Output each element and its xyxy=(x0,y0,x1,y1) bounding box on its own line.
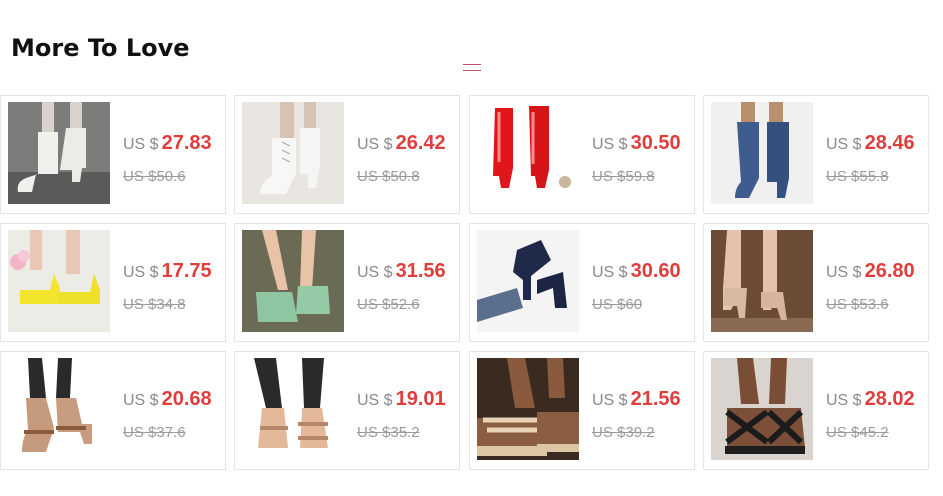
product-image-red-patent-knee-boot[interactable] xyxy=(477,102,579,204)
price: US $20.68 xyxy=(123,388,212,410)
price: US $30.50 xyxy=(592,132,681,154)
original-price: US $53.6 xyxy=(826,296,889,313)
product-card[interactable]: US $30.50 US $59.8 xyxy=(469,95,695,214)
product-card[interactable]: US $26.42 US $50.8 xyxy=(234,95,460,214)
product-card[interactable]: US $28.46 US $55.8 xyxy=(703,95,929,214)
original-price: US $37.6 xyxy=(123,424,186,441)
product-card[interactable]: US $19.01 US $35.2 xyxy=(234,351,460,470)
section-title: More To Love xyxy=(11,34,190,62)
product-card[interactable]: US $27.83 US $50.6 xyxy=(0,95,226,214)
product-card[interactable]: US $30.60 US $60 xyxy=(469,223,695,342)
original-price: US $50.8 xyxy=(357,168,420,185)
product-image-tan-flat-sandal[interactable] xyxy=(242,358,344,460)
original-price: US $55.8 xyxy=(826,168,889,185)
product-image-yellow-mary-jane[interactable] xyxy=(8,230,110,332)
product-image-navy-platform-pump[interactable] xyxy=(477,230,579,332)
product-grid: US $27.83 US $50.6 US $26.42 US $50.8 US… xyxy=(0,95,943,475)
product-image-white-ankle-boot[interactable] xyxy=(8,102,110,204)
product-image-beige-platform-sandal[interactable] xyxy=(477,358,579,460)
product-image-black-strappy-sandal[interactable] xyxy=(711,358,813,460)
product-card[interactable]: US $17.75 US $34.8 xyxy=(0,223,226,342)
original-price: US $34.8 xyxy=(123,296,186,313)
product-image-white-lace-up-bootie[interactable] xyxy=(242,102,344,204)
price: US $26.42 xyxy=(357,132,446,154)
original-price: US $60 xyxy=(592,296,643,313)
product-card[interactable]: US $26.80 US $53.6 xyxy=(703,223,929,342)
product-card[interactable]: US $21.56 US $39.2 xyxy=(469,351,695,470)
product-card[interactable]: US $28.02 US $45.2 xyxy=(703,351,929,470)
price: US $19.01 xyxy=(357,388,446,410)
price: US $28.46 xyxy=(826,132,915,154)
product-card[interactable]: US $20.68 US $37.6 xyxy=(0,351,226,470)
price: US $31.56 xyxy=(357,260,446,282)
original-price: US $52.6 xyxy=(357,296,420,313)
original-price: US $39.2 xyxy=(592,424,655,441)
product-image-nude-ankle-strap-pump[interactable] xyxy=(711,230,813,332)
product-image-blue-denim-knee-boot[interactable] xyxy=(711,102,813,204)
product-card[interactable]: US $31.56 US $52.6 xyxy=(234,223,460,342)
original-price: US $50.6 xyxy=(123,168,186,185)
price: US $28.02 xyxy=(826,388,915,410)
original-price: US $45.2 xyxy=(826,424,889,441)
product-image-tan-block-heel-sandal[interactable] xyxy=(8,358,110,460)
title-divider xyxy=(463,64,481,71)
price: US $21.56 xyxy=(592,388,681,410)
price: US $30.60 xyxy=(592,260,681,282)
original-price: US $59.8 xyxy=(592,168,655,185)
original-price: US $35.2 xyxy=(357,424,420,441)
price: US $26.80 xyxy=(826,260,915,282)
price: US $17.75 xyxy=(123,260,212,282)
product-image-green-block-mule[interactable] xyxy=(242,230,344,332)
price: US $27.83 xyxy=(123,132,212,154)
